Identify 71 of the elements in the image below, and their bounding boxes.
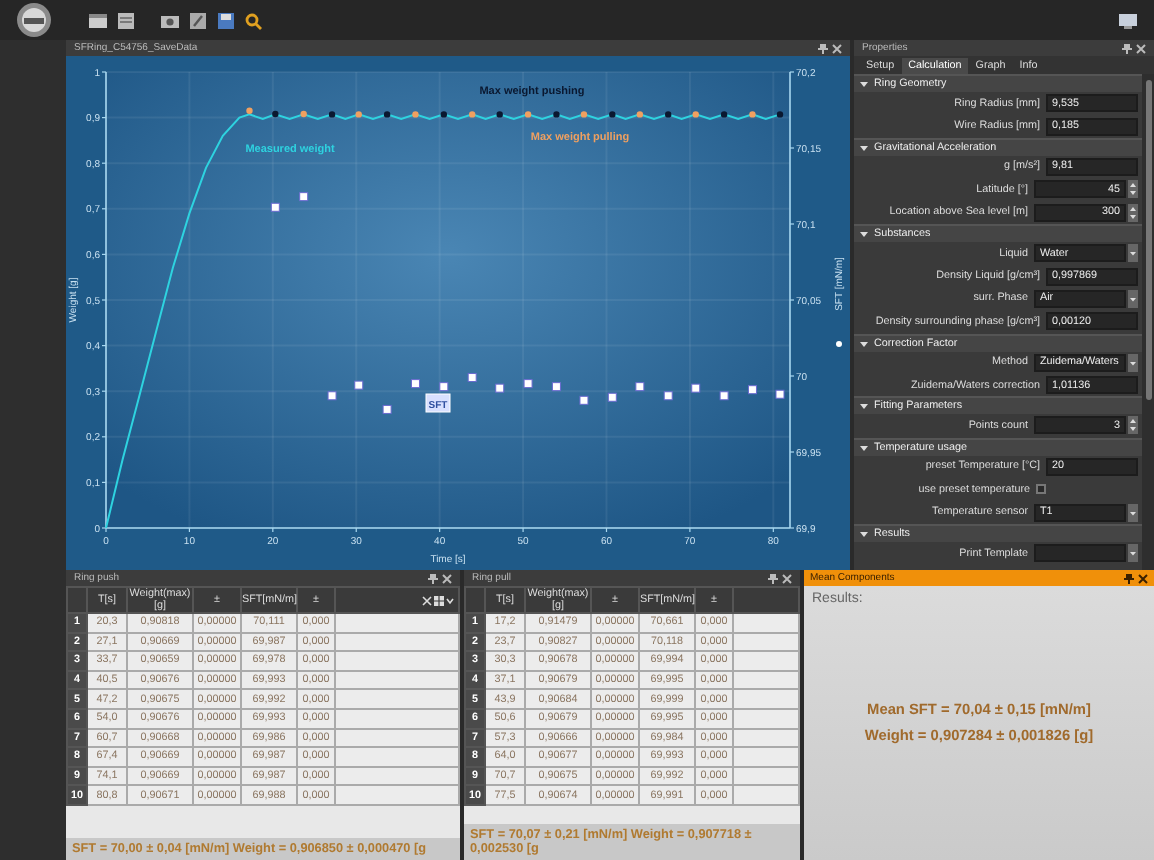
- close-icon[interactable]: [782, 573, 792, 583]
- data-point: [328, 111, 336, 118]
- window-icon[interactable]: [88, 11, 108, 29]
- data-point: [747, 385, 757, 395]
- data-point: [355, 111, 362, 118]
- data-point: [327, 391, 337, 401]
- data-point: [551, 382, 561, 392]
- data-point: [354, 380, 364, 390]
- legend-marker: [836, 341, 842, 347]
- data-point: [412, 111, 419, 118]
- close-icon[interactable]: [1136, 43, 1146, 53]
- data-point: [607, 392, 617, 402]
- camera-icon[interactable]: [160, 11, 180, 29]
- pin-icon[interactable]: [818, 43, 828, 53]
- save-icon[interactable]: [216, 11, 236, 29]
- data-point: [665, 111, 672, 118]
- pin-icon[interactable]: [1124, 573, 1134, 583]
- close-icon[interactable]: [442, 573, 452, 583]
- data-point: [579, 395, 589, 405]
- data-point: [382, 404, 392, 414]
- data-point: [691, 383, 701, 393]
- data-point: [439, 382, 449, 392]
- data-point: [440, 111, 448, 118]
- data-point: [299, 192, 309, 202]
- data-point: [246, 107, 253, 114]
- data-point: [609, 111, 616, 118]
- edit-icon[interactable]: [188, 11, 208, 29]
- spinner-arrows-icon[interactable]: [1128, 416, 1138, 435]
- data-point: [663, 391, 673, 401]
- data-point: [270, 202, 280, 212]
- scrollbar-thumb[interactable]: [1145, 80, 1151, 400]
- data-point: [775, 389, 785, 399]
- pin-icon[interactable]: [1122, 43, 1132, 53]
- data-point: [467, 373, 477, 382]
- data-point: [636, 111, 644, 118]
- data-point: [749, 111, 756, 118]
- data-point: [635, 382, 645, 392]
- data-point: [523, 379, 533, 389]
- data-point: [469, 111, 476, 118]
- pin-icon[interactable]: [768, 573, 778, 583]
- pin-icon[interactable]: [428, 573, 438, 583]
- checkbox[interactable]: [1036, 484, 1046, 495]
- data-point: [496, 111, 503, 118]
- data-point: [719, 391, 729, 401]
- close-icon[interactable]: [1138, 573, 1148, 583]
- data-point: [495, 383, 505, 393]
- data-point: [720, 111, 728, 118]
- close-icon[interactable]: [832, 43, 842, 53]
- document-icon[interactable]: [116, 11, 136, 29]
- data-point: [580, 111, 588, 118]
- collapse-arrow-icon[interactable]: [860, 402, 868, 411]
- collapse-arrow-icon[interactable]: [860, 229, 868, 238]
- monitor-icon[interactable]: [1118, 11, 1138, 29]
- data-point: [272, 110, 279, 118]
- collapse-arrow-icon[interactable]: [860, 339, 868, 348]
- data-point: [553, 111, 560, 118]
- collapse-arrow-icon[interactable]: [860, 143, 868, 152]
- data-point: [300, 110, 307, 118]
- dropdown-field[interactable]: [1034, 544, 1126, 563]
- spinner-arrows-icon[interactable]: [1128, 203, 1138, 222]
- data-point: [692, 111, 699, 118]
- spinner-arrows-icon[interactable]: [1128, 180, 1138, 199]
- data-point: [383, 111, 391, 118]
- app-logo-icon[interactable]: [16, 2, 52, 38]
- data-point: [410, 379, 420, 389]
- grid-icon[interactable]: [434, 595, 444, 605]
- collapse-arrow-icon[interactable]: [860, 529, 868, 538]
- collapse-arrow-icon[interactable]: [860, 443, 868, 452]
- data-point: [776, 111, 784, 118]
- data-point: [524, 111, 532, 118]
- collapse-arrow-icon[interactable]: [860, 80, 868, 88]
